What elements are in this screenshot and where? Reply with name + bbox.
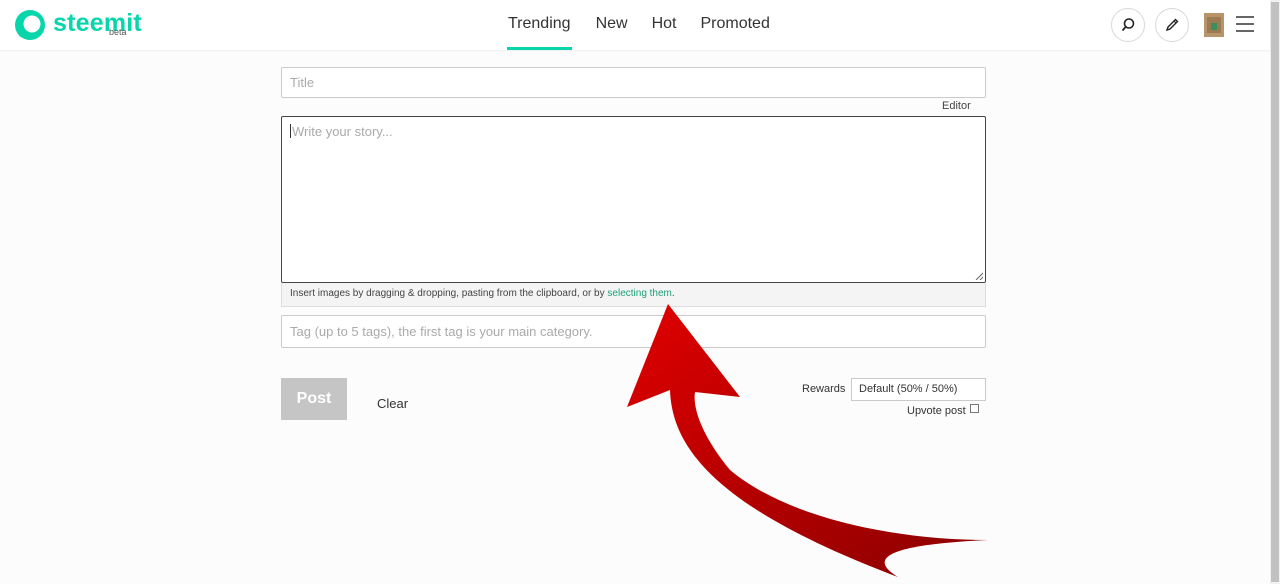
story-textarea[interactable]: Write your story... (281, 116, 986, 283)
title-input[interactable]: Title (281, 67, 986, 98)
search-button[interactable] (1111, 8, 1145, 42)
submit-story-button[interactable] (1155, 8, 1189, 42)
rewards-select[interactable]: Default (50% / 50%) (851, 378, 986, 401)
nav-promoted[interactable]: Promoted (700, 0, 769, 50)
rewards-label: Rewards (802, 383, 846, 395)
pencil-icon (1165, 18, 1179, 32)
editor-toggle[interactable]: Editor (942, 100, 971, 112)
post-button[interactable]: Post (281, 378, 347, 420)
upload-hint-end: . (671, 288, 675, 299)
top-header: steemit beta Trending New Hot Promoted (0, 0, 1270, 50)
user-avatar[interactable] (1204, 13, 1224, 37)
steemit-logo[interactable]: steemit (13, 7, 142, 43)
image-upload-hint: Insert images by dragging & dropping, pa… (281, 283, 986, 307)
upvote-post-checkbox[interactable] (970, 404, 979, 413)
nav-new[interactable]: New (596, 0, 628, 50)
tags-input[interactable]: Tag (up to 5 tags), the first tag is you… (281, 315, 986, 348)
upvote-post-label: Upvote post (907, 405, 966, 417)
story-placeholder: Write your story... (292, 124, 393, 139)
logo-text: steemit (53, 8, 142, 37)
resize-handle-icon[interactable] (975, 272, 983, 280)
main-nav: Trending New Hot Promoted (507, 0, 794, 50)
steemit-logo-icon (15, 10, 45, 40)
nav-trending[interactable]: Trending (507, 0, 572, 50)
select-images-link[interactable]: selecting them (607, 288, 671, 299)
scrollbar-thumb[interactable] (1271, 2, 1279, 582)
beta-badge: beta (109, 27, 127, 37)
upload-hint-text: Insert images by dragging & dropping, pa… (290, 288, 608, 299)
clear-button[interactable]: Clear (377, 396, 408, 411)
text-caret (290, 124, 291, 138)
nav-hot[interactable]: Hot (652, 0, 677, 50)
menu-icon[interactable] (1236, 16, 1254, 32)
search-icon (1121, 18, 1135, 32)
